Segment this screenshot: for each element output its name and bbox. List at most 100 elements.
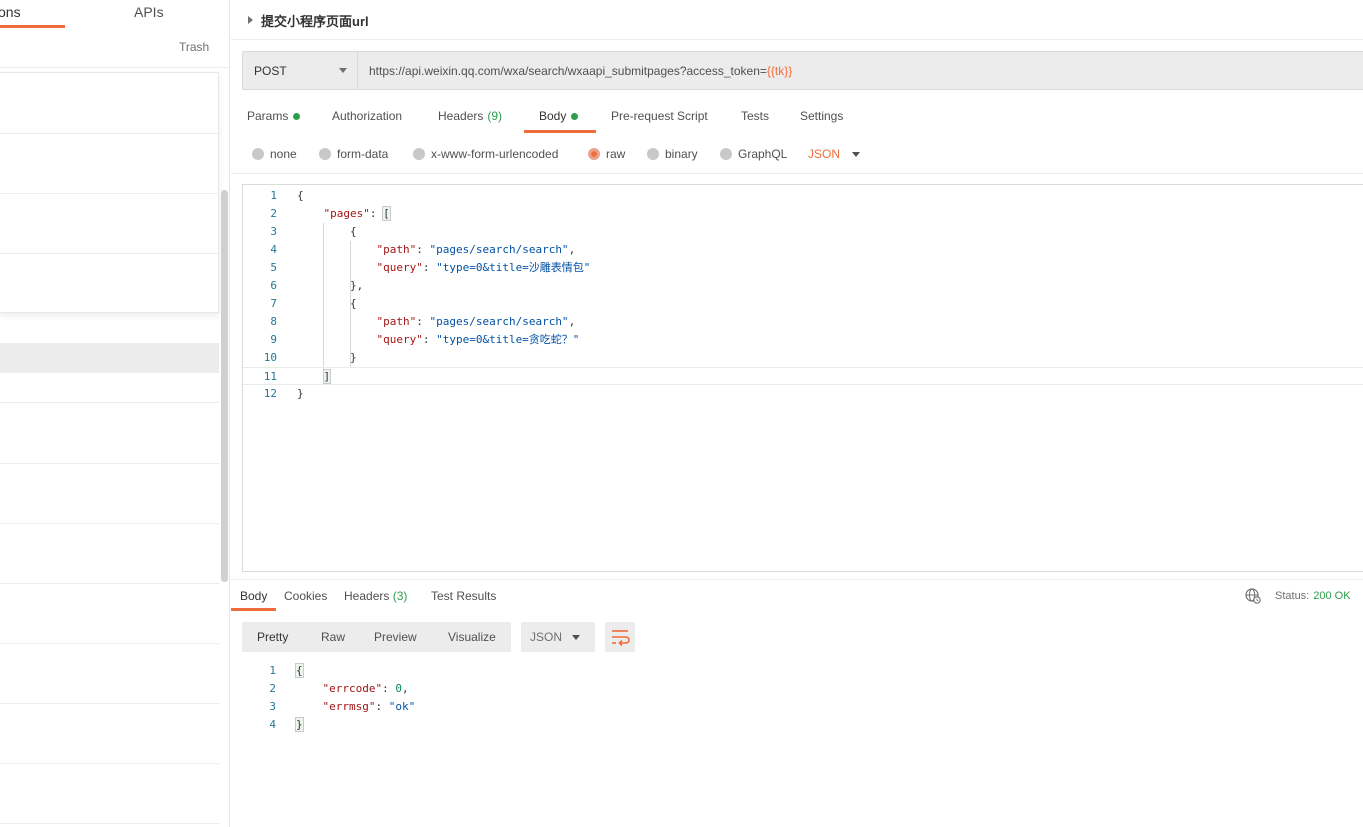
list-item[interactable]	[0, 253, 219, 254]
list-item[interactable]	[0, 463, 219, 464]
tab-label: Headers	[344, 589, 390, 603]
code-line: 7 {	[243, 295, 1363, 313]
list-item[interactable]	[0, 402, 219, 403]
json-number: 0	[395, 682, 402, 695]
list-item[interactable]	[0, 523, 219, 524]
response-view-modes: Pretty Raw Preview Visualize	[242, 622, 511, 652]
tab-tests[interactable]: Tests	[741, 109, 769, 123]
radio-label: binary	[665, 147, 698, 161]
json-key: "path"	[376, 243, 417, 256]
radio-raw[interactable]: raw	[588, 147, 625, 161]
view-mode-visualize[interactable]: Visualize	[448, 630, 496, 644]
code-line: 5 "query": "type=0&title=沙雕表情包"	[243, 259, 1363, 277]
radio-icon	[252, 148, 264, 160]
chevron-down-icon	[339, 68, 347, 73]
list-item[interactable]	[0, 583, 219, 584]
radio-none[interactable]: none	[252, 147, 297, 161]
radio-x-www-form-urlencoded[interactable]: x-www-form-urlencoded	[413, 147, 558, 161]
list-item[interactable]	[0, 193, 219, 194]
view-mode-preview[interactable]: Preview	[374, 630, 417, 644]
request-title-bar[interactable]: 提交小程序页面url	[248, 11, 369, 29]
radio-icon	[720, 148, 732, 160]
body-format-select[interactable]: JSON	[808, 147, 861, 161]
sidebar-scrollbar[interactable]	[221, 190, 228, 582]
response-tab-cookies[interactable]: Cookies	[284, 589, 327, 603]
code-line: 1{	[242, 662, 1363, 680]
code-line: 3 "errmsg": "ok"	[242, 698, 1363, 716]
response-status: Status: 200 OK	[1275, 590, 1351, 602]
url-variable: {{tk}}	[766, 64, 793, 78]
radio-icon	[413, 148, 425, 160]
sidebar-tab-collections[interactable]: ons	[0, 4, 21, 20]
json-key: "pages"	[323, 207, 370, 220]
radio-graphql[interactable]: GraphQL	[720, 147, 787, 161]
globe-icon[interactable]	[1245, 588, 1261, 604]
list-item[interactable]	[0, 133, 219, 134]
collection-dropdown-panel	[0, 72, 219, 313]
tab-count: (3)	[392, 589, 408, 603]
json-key: "errcode"	[322, 682, 383, 695]
status-value[interactable]: 200 OK	[1313, 590, 1350, 602]
response-tab-test-results[interactable]: Test Results	[431, 589, 496, 603]
tab-authorization[interactable]: Authorization	[332, 109, 402, 123]
line-number: 7	[270, 297, 277, 310]
wrap-lines-button[interactable]	[605, 622, 635, 652]
line-number: 2	[270, 207, 277, 220]
tab-pre-request-script[interactable]: Pre-request Script	[611, 109, 708, 123]
method-select[interactable]: POST	[243, 52, 358, 89]
list-item[interactable]	[0, 823, 219, 824]
line-content: ]	[297, 368, 332, 386]
code-lines: 1{2 "pages": [3 {4 "path": "pages/search…	[243, 187, 1363, 403]
radio-label: raw	[606, 147, 626, 161]
list-item[interactable]	[0, 763, 219, 764]
response-format-value: JSON	[530, 630, 563, 644]
sidebar: ons APIs Trash	[0, 0, 230, 827]
view-mode-pretty[interactable]: Pretty	[257, 630, 288, 644]
request-pane: 提交小程序页面url POST https://api.weixin.qq.co…	[231, 0, 1363, 827]
radio-binary[interactable]: binary	[647, 147, 698, 161]
sidebar-tab-apis[interactable]: APIs	[134, 4, 164, 20]
divider	[231, 173, 1363, 174]
radio-label: form-data	[337, 147, 389, 161]
view-mode-raw[interactable]: Raw	[321, 630, 345, 644]
code-line: 10 }	[243, 349, 1363, 367]
radio-form-data[interactable]: form-data	[319, 147, 388, 161]
line-number: 1	[270, 189, 277, 202]
json-string: "pages/search/search"	[429, 315, 569, 328]
response-body-viewer[interactable]: 1{2 "errcode": 0, 3 "errmsg": "ok" 4}	[242, 662, 1363, 734]
json-string: "type=0&title=沙雕表情包"	[436, 261, 591, 274]
json-key: "query"	[376, 261, 423, 274]
line-content: {	[295, 662, 304, 680]
line-content: {	[349, 297, 357, 310]
status-label: Status:	[1275, 590, 1310, 602]
response-tab-body[interactable]: Body	[240, 589, 267, 603]
line-content: "pages": [	[323, 206, 391, 221]
code-line: 11 ]	[243, 367, 1363, 385]
list-item[interactable]	[0, 703, 219, 704]
response-tab-headers[interactable]: Headers (3)	[344, 589, 407, 603]
list-item-selected[interactable]	[0, 343, 219, 373]
active-dot-icon	[571, 112, 579, 120]
radio-icon	[647, 148, 659, 160]
line-number: 4	[269, 718, 276, 731]
url-input[interactable]: https://api.weixin.qq.com/wxa/search/wxa…	[369, 64, 792, 78]
response-format-select[interactable]: JSON	[521, 622, 595, 652]
chevron-down-icon	[852, 151, 861, 157]
line-number: 3	[269, 700, 276, 713]
tab-indicator	[231, 608, 276, 611]
tab-settings[interactable]: Settings	[800, 109, 843, 123]
line-number: 8	[270, 315, 277, 328]
bracket-match: [	[382, 206, 391, 221]
list-item[interactable]	[0, 643, 219, 644]
json-string: "type=0&title=贪吃蛇？"	[436, 333, 580, 346]
tab-params[interactable]: Params	[247, 109, 301, 123]
triangle-right-icon[interactable]	[248, 16, 253, 24]
code-line: 8 "path": "pages/search/search",	[243, 313, 1363, 331]
radio-icon	[319, 148, 331, 160]
line-number: 9	[270, 333, 277, 346]
tab-body[interactable]: Body	[539, 109, 579, 123]
request-body-editor[interactable]: 1{2 "pages": [3 {4 "path": "pages/search…	[242, 184, 1363, 572]
line-number: 4	[270, 243, 277, 256]
tab-headers[interactable]: Headers (9)	[438, 109, 502, 123]
trash-link[interactable]: Trash	[179, 40, 209, 54]
